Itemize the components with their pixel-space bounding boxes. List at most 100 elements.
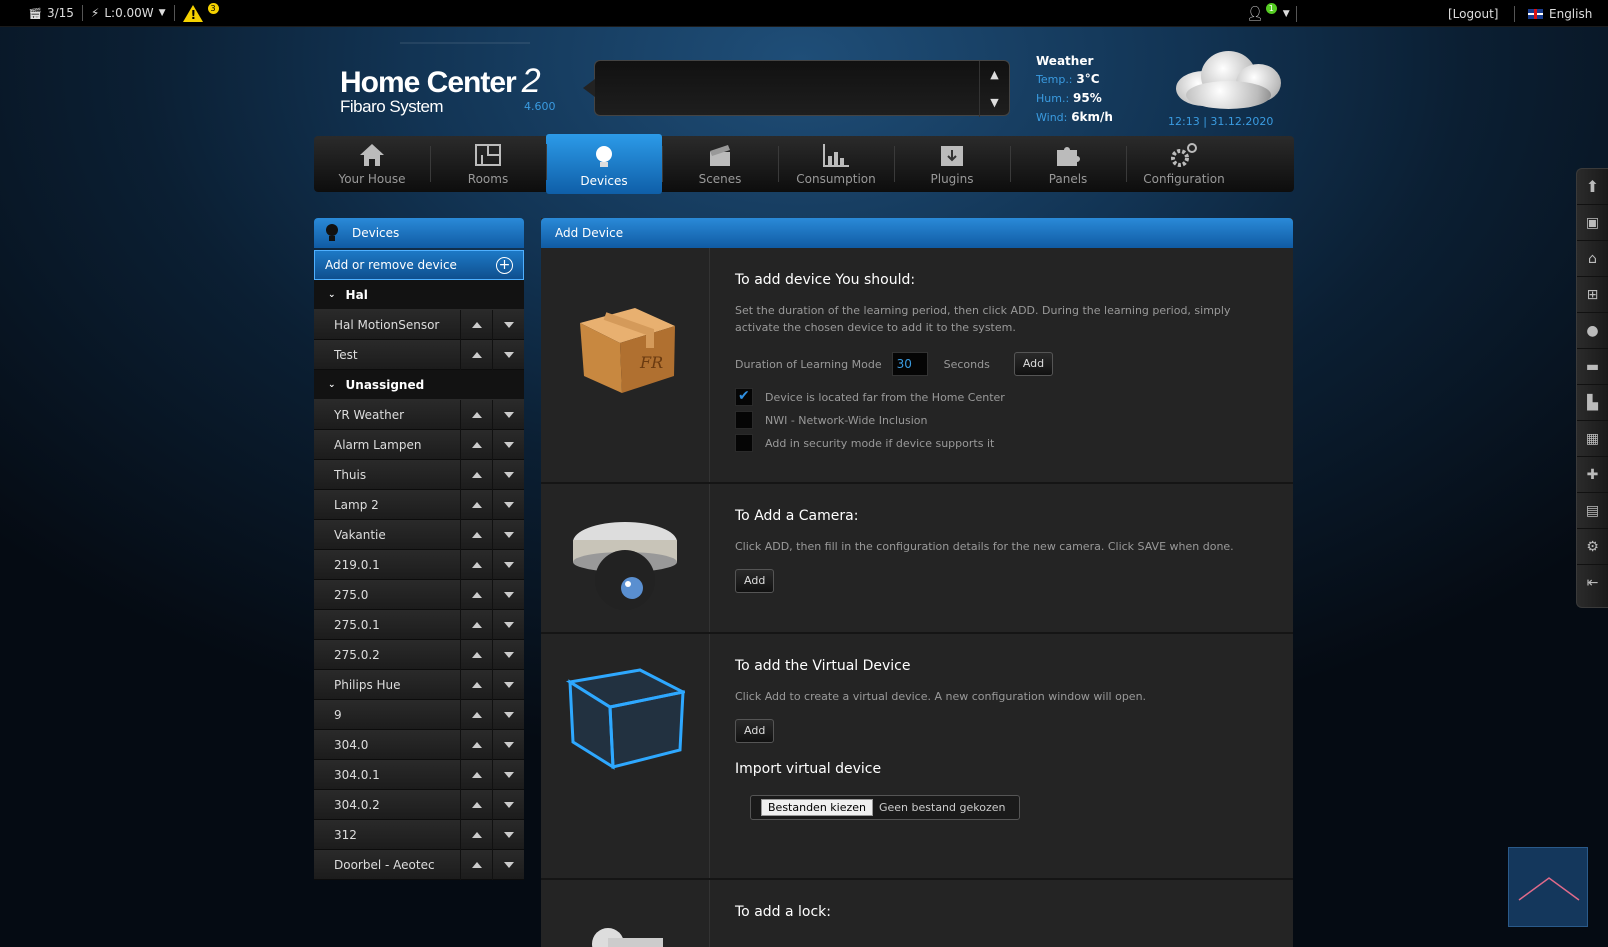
file-chooser[interactable]: Bestanden kiezen Geen bestand gekozen — [750, 795, 1021, 820]
device-name: Alarm Lampen — [334, 437, 422, 452]
room-group-hal[interactable]: ⌄ Hal — [314, 280, 524, 310]
warnings-button[interactable]: 3 — [175, 0, 227, 27]
language-selector[interactable]: English — [1528, 0, 1592, 27]
nav-your-house[interactable]: Your House — [314, 136, 430, 192]
plugins-tool[interactable]: ▦ — [1577, 421, 1608, 457]
move-down-button[interactable] — [492, 699, 524, 730]
move-down-button[interactable] — [492, 849, 524, 880]
move-up-button[interactable] — [460, 669, 492, 700]
arrow-up-icon — [471, 741, 482, 748]
power-value: L:0.00W — [104, 6, 154, 20]
move-down-button[interactable] — [492, 429, 524, 460]
move-down-button[interactable] — [492, 489, 524, 520]
save-tool[interactable]: ▣ — [1577, 205, 1608, 241]
move-down-button[interactable] — [492, 519, 524, 550]
move-up-button[interactable] — [460, 459, 492, 490]
move-down-button[interactable] — [492, 309, 524, 340]
move-up-button[interactable] — [460, 429, 492, 460]
rooms-tool[interactable]: ⊞ — [1577, 277, 1608, 313]
scenes-status[interactable]: 🎬︎ 3/15 — [0, 0, 82, 27]
room-group-unassigned[interactable]: ⌄ Unassigned — [314, 370, 524, 400]
arrow-up-icon — [471, 681, 482, 688]
duration-input[interactable] — [891, 352, 928, 376]
scenes-tool[interactable]: ▬ — [1577, 349, 1608, 385]
user-menu[interactable]: 👤︎ 1 ▼ — [1246, 0, 1297, 27]
scroll-to-top-button[interactable] — [1508, 847, 1588, 927]
move-up-button[interactable] — [460, 639, 492, 670]
move-up-button[interactable] — [460, 759, 492, 790]
move-down-button[interactable] — [492, 459, 524, 490]
chevron-down-icon[interactable]: ▼ — [980, 89, 1009, 117]
device-row[interactable]: 219.0.1 — [314, 549, 524, 580]
device-row[interactable]: 9 — [314, 699, 524, 730]
security-mode-checkbox[interactable] — [735, 434, 753, 452]
add-device-button[interactable]: Add — [1013, 352, 1054, 376]
add-camera-button[interactable]: Add — [735, 569, 775, 593]
device-row[interactable]: Lamp 2 — [314, 489, 524, 520]
move-down-button[interactable] — [492, 759, 524, 790]
move-down-button[interactable] — [492, 639, 524, 670]
device-row[interactable]: 275.0 — [314, 579, 524, 610]
move-up-button[interactable] — [460, 339, 492, 370]
add-remove-device-button[interactable]: Add or remove device + — [314, 250, 524, 280]
move-down-button[interactable] — [492, 609, 524, 640]
device-row[interactable]: 304.0.1 — [314, 759, 524, 790]
device-row[interactable]: 304.0.2 — [314, 789, 524, 820]
consumption-tool[interactable]: ▙ — [1577, 385, 1608, 421]
device-row[interactable]: 275.0.2 — [314, 639, 524, 670]
add-virtual-device-button[interactable]: Add — [735, 719, 775, 743]
nav-plugins[interactable]: Plugins — [894, 136, 1010, 192]
move-up-button[interactable] — [460, 729, 492, 760]
device-row[interactable]: Thuis — [314, 459, 524, 490]
logout-tool[interactable]: ⇤ — [1577, 565, 1608, 601]
move-up-button[interactable] — [460, 489, 492, 520]
move-up-button[interactable] — [460, 849, 492, 880]
device-row[interactable]: Doorbel - Aeotec — [314, 849, 524, 880]
nav-devices[interactable]: Devices — [546, 134, 662, 194]
nav-configuration[interactable]: Configuration — [1126, 136, 1242, 192]
move-down-button[interactable] — [492, 339, 524, 370]
move-down-button[interactable] — [492, 579, 524, 610]
move-up-button[interactable] — [460, 789, 492, 820]
nav-scenes[interactable]: Scenes — [662, 136, 778, 192]
move-up-button[interactable] — [460, 399, 492, 430]
device-row[interactable]: YR Weather — [314, 399, 524, 430]
devices-tool[interactable]: ● — [1577, 313, 1608, 349]
device-row[interactable]: Test — [314, 339, 524, 370]
move-up-button[interactable] — [460, 549, 492, 580]
device-row[interactable]: Philips Hue — [314, 669, 524, 700]
move-up-button[interactable] — [460, 309, 492, 340]
device-row[interactable]: Vakantie — [314, 519, 524, 550]
nav-consumption[interactable]: Consumption — [778, 136, 894, 192]
scroll-top-tool[interactable]: ⬆︎ — [1577, 169, 1608, 205]
move-down-button[interactable] — [492, 669, 524, 700]
logout-link[interactable]: [Logout] — [1448, 7, 1498, 21]
device-row[interactable]: 304.0 — [314, 729, 524, 760]
move-up-button[interactable] — [460, 819, 492, 850]
nwi-checkbox[interactable] — [735, 411, 753, 429]
move-up-button[interactable] — [460, 609, 492, 640]
chevron-up-icon[interactable]: ▲ — [980, 61, 1009, 89]
device-row[interactable]: Hal MotionSensor — [314, 309, 524, 340]
far-from-home-center-checkbox[interactable] — [735, 388, 753, 406]
move-down-button[interactable] — [492, 819, 524, 850]
move-down-button[interactable] — [492, 729, 524, 760]
move-down-button[interactable] — [492, 549, 524, 580]
nav-panels[interactable]: Panels — [1010, 136, 1126, 192]
panels-tool[interactable]: ✚ — [1577, 457, 1608, 493]
choose-file-button[interactable]: Bestanden kiezen — [761, 799, 873, 816]
move-down-button[interactable] — [492, 789, 524, 820]
move-down-button[interactable] — [492, 399, 524, 430]
house-tool[interactable]: ⌂ — [1577, 241, 1608, 277]
power-status[interactable]: ⚡︎ L:0.00W ▼ — [83, 0, 174, 27]
config-tool[interactable]: ⚙︎ — [1577, 529, 1608, 565]
device-row[interactable]: 275.0.1 — [314, 609, 524, 640]
device-row[interactable]: 312 — [314, 819, 524, 850]
nav-rooms[interactable]: Rooms — [430, 136, 546, 192]
device-row[interactable]: Alarm Lampen — [314, 429, 524, 460]
move-up-button[interactable] — [460, 519, 492, 550]
calendar-tool[interactable]: ▤ — [1577, 493, 1608, 529]
move-up-button[interactable] — [460, 699, 492, 730]
device-name: Hal MotionSensor — [334, 317, 440, 332]
move-up-button[interactable] — [460, 579, 492, 610]
